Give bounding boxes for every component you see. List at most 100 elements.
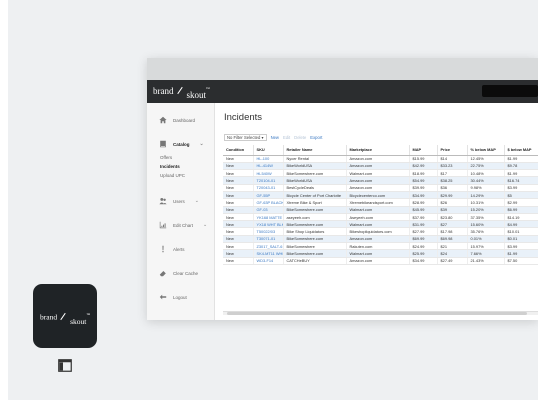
- chevron-down-icon[interactable]: ⌄: [195, 198, 199, 204]
- sidebar-item-edit-chart[interactable]: Edit Chart ⌄: [159, 221, 207, 229]
- table-cell: $16.74: [504, 176, 538, 185]
- table-cell: 22.75%: [467, 162, 505, 171]
- table-cell: $25.99: [409, 249, 438, 258]
- table-cell: New: [223, 235, 254, 244]
- edit-link[interactable]: Edit: [283, 135, 290, 140]
- browser-window-icon[interactable]: [58, 359, 72, 372]
- table-row[interactable]: New Z3017_SALT-6 BikeSomewhere Rakuten.com $…: [223, 242, 538, 251]
- table-cell: BikeSomewhere.com: [283, 249, 347, 258]
- table-row[interactable]: New HL-100 Nycer Rental Amazon.com $15.99 $14…: [223, 155, 538, 163]
- top-navbar: brand skout™: [147, 80, 538, 103]
- table-cell: BikeWorldUSA: [283, 176, 347, 185]
- sidebar-item-alerts[interactable]: Alerts: [159, 245, 185, 253]
- filter-dropdown[interactable]: No Filter Selected ▾: [224, 134, 267, 141]
- table-cell: BikeSomewhere.com: [283, 169, 347, 178]
- table-cell: Walmart.com: [346, 206, 410, 214]
- table-row[interactable]: New HL540W BikeSomewhere.com Walmart.com $18…: [223, 169, 538, 178]
- column-header[interactable]: % below MAP: [467, 145, 505, 156]
- table-cell: 30.44%: [467, 176, 505, 185]
- table-cell: New: [223, 176, 254, 185]
- column-header[interactable]: Price: [437, 145, 468, 156]
- table-cell: T30071-01: [253, 235, 284, 244]
- horizontal-scrollbar[interactable]: [223, 311, 538, 315]
- table-cell: $17: [437, 169, 468, 178]
- table-row[interactable]: New WD3-F14 CATCHeBUY Amazon.com $34.99 $27.4…: [223, 257, 538, 265]
- table-cell: $27.99: [409, 227, 438, 236]
- sidebar-item-label: Catalog: [173, 141, 190, 147]
- sidebar-item-clear-cache[interactable]: Clear Cache: [159, 269, 198, 277]
- table-row[interactable]: New T20104-01 BikeWorldUSA Amazon.com $54.99…: [223, 176, 538, 185]
- brand-text-1: brand: [40, 312, 58, 322]
- sidebar-subitem-upload-upc[interactable]: Upload UPC: [160, 173, 185, 178]
- table-cell: BestCycleDeals: [283, 184, 347, 193]
- scrollbar-thumb[interactable]: [227, 312, 527, 315]
- column-header[interactable]: Condition: [223, 145, 254, 156]
- alert-icon: [162, 245, 164, 253]
- table-cell: $33.23: [437, 162, 468, 171]
- table-cell: $3.99: [504, 242, 538, 251]
- table-cell: New: [223, 184, 254, 193]
- table-row[interactable]: New GF-03 BikeSomewhere.com Walmart.com $45.…: [223, 206, 538, 214]
- table-row[interactable]: New GF-55P Bicycle Center of Port Charlott…: [223, 191, 538, 200]
- table-cell: Walmart.com: [346, 220, 410, 229]
- table-cell: $39.99: [409, 184, 438, 193]
- sidebar-item-logout[interactable]: Logout: [159, 293, 187, 301]
- table-cell: Bicyclecenterco.com: [346, 191, 410, 200]
- table-cell: Bikeshopliquidators.com: [346, 227, 410, 236]
- table-cell: SK4-MT11 WHITE: [253, 249, 284, 258]
- table-cell: 12.45%: [467, 155, 505, 163]
- table-cell: $34.99: [409, 257, 438, 265]
- table-cell: $36: [437, 184, 468, 193]
- chevron-down-icon[interactable]: ⌄: [200, 141, 204, 147]
- export-link[interactable]: Export: [310, 135, 322, 140]
- table-cell: 9.98%: [467, 184, 505, 193]
- column-header[interactable]: Marketplace: [346, 145, 410, 156]
- sidebar-subitem-offers[interactable]: Offers: [160, 155, 172, 160]
- delete-link[interactable]: Delete: [294, 135, 306, 140]
- chart-icon: [159, 221, 167, 229]
- table-cell: 14.29%: [467, 191, 505, 200]
- table-cell: $54.99: [409, 176, 438, 185]
- sidebar: Dashboard Catalog ⌄ Offers Incidents Upl…: [147, 103, 215, 320]
- table-cell: BikeWorldUSA: [283, 162, 347, 171]
- table-cell: New: [223, 220, 254, 229]
- table-row[interactable]: New T50022/03 Bike Shop Liquidators Bikesho…: [223, 227, 538, 236]
- sidebar-item-users[interactable]: Users ⌄: [159, 197, 199, 205]
- table-cell: HL-100: [253, 155, 284, 163]
- table-cell: $27: [437, 220, 468, 229]
- sidebar-item-label: Clear Cache: [173, 270, 199, 276]
- table-cell: 15.20%: [467, 206, 505, 214]
- column-header[interactable]: SKU: [253, 145, 284, 156]
- top-search-box[interactable]: [482, 85, 538, 97]
- table-cell: 15.97%: [467, 242, 505, 251]
- logout-icon: [159, 294, 167, 300]
- table-cell: $27.49: [437, 257, 468, 265]
- sidebar-item-dashboard[interactable]: Dashboard: [159, 116, 195, 124]
- table-cell: 37.35%: [467, 213, 505, 222]
- table-row[interactable]: NewSK4-MT11 WHITEBikeSomewhere.comWalmar…: [223, 249, 538, 258]
- filter-toolbar: No Filter Selected ▾ New Edit Delete Exp…: [224, 134, 322, 141]
- new-link[interactable]: New: [271, 135, 279, 140]
- column-header[interactable]: $ below MAP: [504, 145, 538, 156]
- table-cell: aseyeeh.com: [283, 213, 347, 222]
- table-cell: New: [223, 249, 254, 258]
- table-row[interactable]: New T30071-01 BikeSomewhere.com Amazon.com $…: [223, 235, 538, 244]
- table-cell: $28.99: [409, 198, 438, 207]
- table-row[interactable]: New HL-414W BikeWorldUSA Amazon.com $42.99 $3…: [223, 162, 538, 171]
- table-row[interactable]: New T20043-01 BestCycleDeals Amazon.com $39.…: [223, 184, 538, 193]
- app-icon[interactable]: brand skout™: [33, 284, 97, 348]
- table-cell: Nycer Rental: [283, 155, 347, 163]
- sidebar-item-catalog[interactable]: Catalog ⌄: [159, 140, 204, 148]
- table-row[interactable]: New GF-63P BLACK Xtreme Bike & Sport Xtreme…: [223, 198, 538, 207]
- column-header[interactable]: Retailer Name: [283, 145, 347, 156]
- table-cell: Xtremebikeandsport.com: [346, 198, 410, 207]
- column-header[interactable]: MAP: [409, 145, 438, 156]
- table-row[interactable]: New YX18 WHT BLK BikeSomewhere.com Walmart.…: [223, 220, 538, 229]
- sidebar-subitem-incidents[interactable]: Incidents: [160, 164, 180, 169]
- table-cell: Aseyeeh.com: [346, 213, 410, 222]
- table-row[interactable]: New YK168 MATTE aseyeeh.com Aseyeeh.com $37.…: [223, 213, 538, 222]
- brand-text-1: brand: [153, 86, 174, 96]
- table-cell: $24.99: [409, 242, 438, 251]
- brand-logo[interactable]: brand skout™: [153, 84, 210, 100]
- chevron-down-icon[interactable]: ⌄: [203, 222, 207, 228]
